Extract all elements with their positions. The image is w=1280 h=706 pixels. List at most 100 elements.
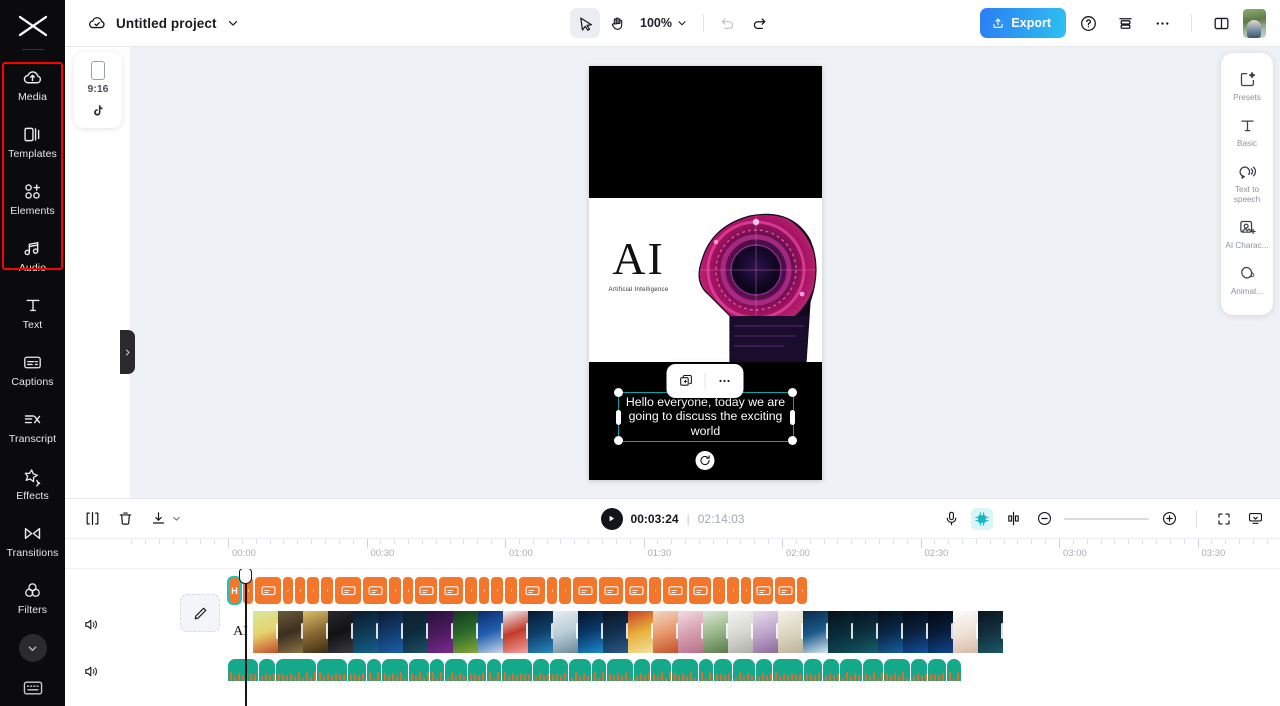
caption-clip[interactable] [519, 577, 545, 604]
caption-clip[interactable] [283, 577, 293, 604]
chevron-down-icon[interactable] [226, 16, 240, 30]
sidebar-item-filters[interactable]: Filters [0, 569, 65, 626]
video-clip-thumbnail[interactable] [503, 611, 529, 653]
caption-clip[interactable] [727, 577, 739, 604]
right-item-presets[interactable]: Presets [1221, 63, 1273, 109]
video-clip-thumbnail[interactable] [453, 611, 479, 653]
download-button[interactable] [147, 508, 169, 530]
right-item-animation[interactable]: Animat... [1221, 257, 1273, 303]
aspect-ratio-card[interactable]: 9:16 [74, 52, 122, 128]
chevron-down-icon[interactable] [171, 513, 182, 524]
audio-clip[interactable] [487, 659, 501, 681]
caption-clip[interactable] [599, 577, 623, 604]
sidebar-item-audio[interactable]: Audio [0, 227, 65, 284]
right-item-basic[interactable]: Basic [1221, 109, 1273, 155]
audio-clip[interactable] [804, 659, 822, 681]
audio-clip[interactable] [840, 659, 862, 681]
video-clip-thumbnail[interactable] [953, 611, 979, 653]
video-clip-thumbnail[interactable] [278, 611, 304, 653]
audio-clip[interactable] [409, 659, 429, 681]
resize-handle-right[interactable] [790, 409, 795, 425]
sidebar-item-effects[interactable]: Effects [0, 455, 65, 512]
caption-clip[interactable] [505, 577, 517, 604]
timeline-ruler[interactable]: 00:00 00:30 01:00 01:30 02:00 02:30 03:00 03:30… [65, 539, 1280, 569]
video-clip-thumbnail[interactable] [778, 611, 804, 653]
caption-clip[interactable] [255, 577, 281, 604]
timeline-zoom-slider[interactable] [1064, 517, 1149, 520]
audio-clip[interactable] [733, 659, 755, 681]
audio-clip[interactable] [911, 659, 927, 681]
video-clip-thumbnail[interactable] [653, 611, 679, 653]
audio-clip[interactable] [317, 659, 347, 681]
split-marker-button[interactable] [1002, 508, 1024, 530]
sidebar-item-templates[interactable]: Templates [0, 113, 65, 170]
play-button[interactable] [600, 507, 623, 530]
audio-clip[interactable] [773, 659, 803, 681]
audio-clip[interactable] [569, 659, 591, 681]
audio-clip[interactable] [259, 659, 275, 681]
sidebar-collapse-button[interactable] [18, 634, 47, 662]
video-clip-thumbnail[interactable] [753, 611, 779, 653]
video-clip-thumbnail[interactable] [878, 611, 904, 653]
audio-clip[interactable] [863, 659, 883, 681]
video-clip-thumbnail[interactable] [853, 611, 879, 653]
video-clip-thumbnail[interactable] [903, 611, 929, 653]
sidebar-item-transitions[interactable]: Transitions [0, 512, 65, 569]
keyboard-shortcuts-button[interactable] [21, 678, 45, 698]
caption-clip[interactable] [389, 577, 401, 604]
video-track[interactable]: AI [228, 611, 1004, 653]
panel-expand-toggle[interactable] [120, 330, 135, 374]
caption-clip[interactable] [689, 577, 711, 604]
ai-tools-button[interactable] [971, 507, 993, 530]
video-clip-thumbnail[interactable] [253, 611, 279, 653]
video-clip-thumbnail[interactable] [328, 611, 354, 653]
sidebar-item-elements[interactable]: Elements [0, 170, 65, 227]
video-clip-thumbnail[interactable] [928, 611, 954, 653]
audio-clip[interactable] [672, 659, 698, 681]
caption-clip[interactable] [465, 577, 477, 604]
rotate-handle-button[interactable] [695, 450, 715, 470]
video-clip-thumbnail[interactable] [578, 611, 604, 653]
sidebar-item-media[interactable]: Media [0, 56, 65, 113]
edit-clip-button[interactable] [180, 594, 220, 632]
avatar[interactable] [1243, 8, 1266, 38]
caption-more-button[interactable] [712, 368, 738, 394]
caption-track[interactable]: H [227, 576, 807, 605]
more-options-button[interactable] [1147, 8, 1177, 38]
resize-handle-left[interactable] [616, 409, 621, 425]
audio-clip[interactable] [430, 659, 444, 681]
caption-clip[interactable] [321, 577, 333, 604]
video-clip-thumbnail[interactable] [803, 611, 829, 653]
caption-clip[interactable] [295, 577, 305, 604]
audio-clip[interactable] [699, 659, 713, 681]
audio-clip[interactable] [367, 659, 381, 681]
playhead[interactable] [239, 569, 252, 706]
video-preview-stage[interactable]: AI Artificial Intelligence Hello everyon… [588, 65, 822, 480]
caption-clip[interactable] [479, 577, 489, 604]
audio-clip[interactable] [714, 659, 732, 681]
audio-clip[interactable] [928, 659, 946, 681]
audio-track-mute-button[interactable] [82, 662, 100, 680]
playhead-handle[interactable] [239, 569, 252, 584]
zoom-in-button[interactable] [1158, 508, 1180, 530]
audio-clip[interactable] [592, 659, 606, 681]
audio-clip[interactable] [823, 659, 839, 681]
help-button[interactable] [1073, 8, 1103, 38]
caption-clip[interactable] [741, 577, 751, 604]
audio-clip[interactable] [634, 659, 650, 681]
audio-clip[interactable] [468, 659, 486, 681]
video-clip-thumbnail[interactable] [403, 611, 429, 653]
video-track-mute-button[interactable] [82, 615, 100, 633]
proxy-preview-button[interactable] [1244, 508, 1266, 530]
undo-button[interactable] [713, 8, 743, 38]
caption-clip[interactable] [797, 577, 807, 604]
audio-clip[interactable] [502, 659, 532, 681]
video-clip-thumbnail[interactable]: AI [228, 611, 253, 653]
audio-clip[interactable] [884, 659, 910, 681]
video-clip-thumbnail[interactable] [728, 611, 754, 653]
caption-clip[interactable] [439, 577, 463, 604]
caption-clip[interactable] [403, 577, 413, 604]
capcut-logo-icon[interactable] [13, 11, 53, 41]
caption-clip[interactable] [307, 577, 319, 604]
video-clip-thumbnail[interactable] [303, 611, 329, 653]
